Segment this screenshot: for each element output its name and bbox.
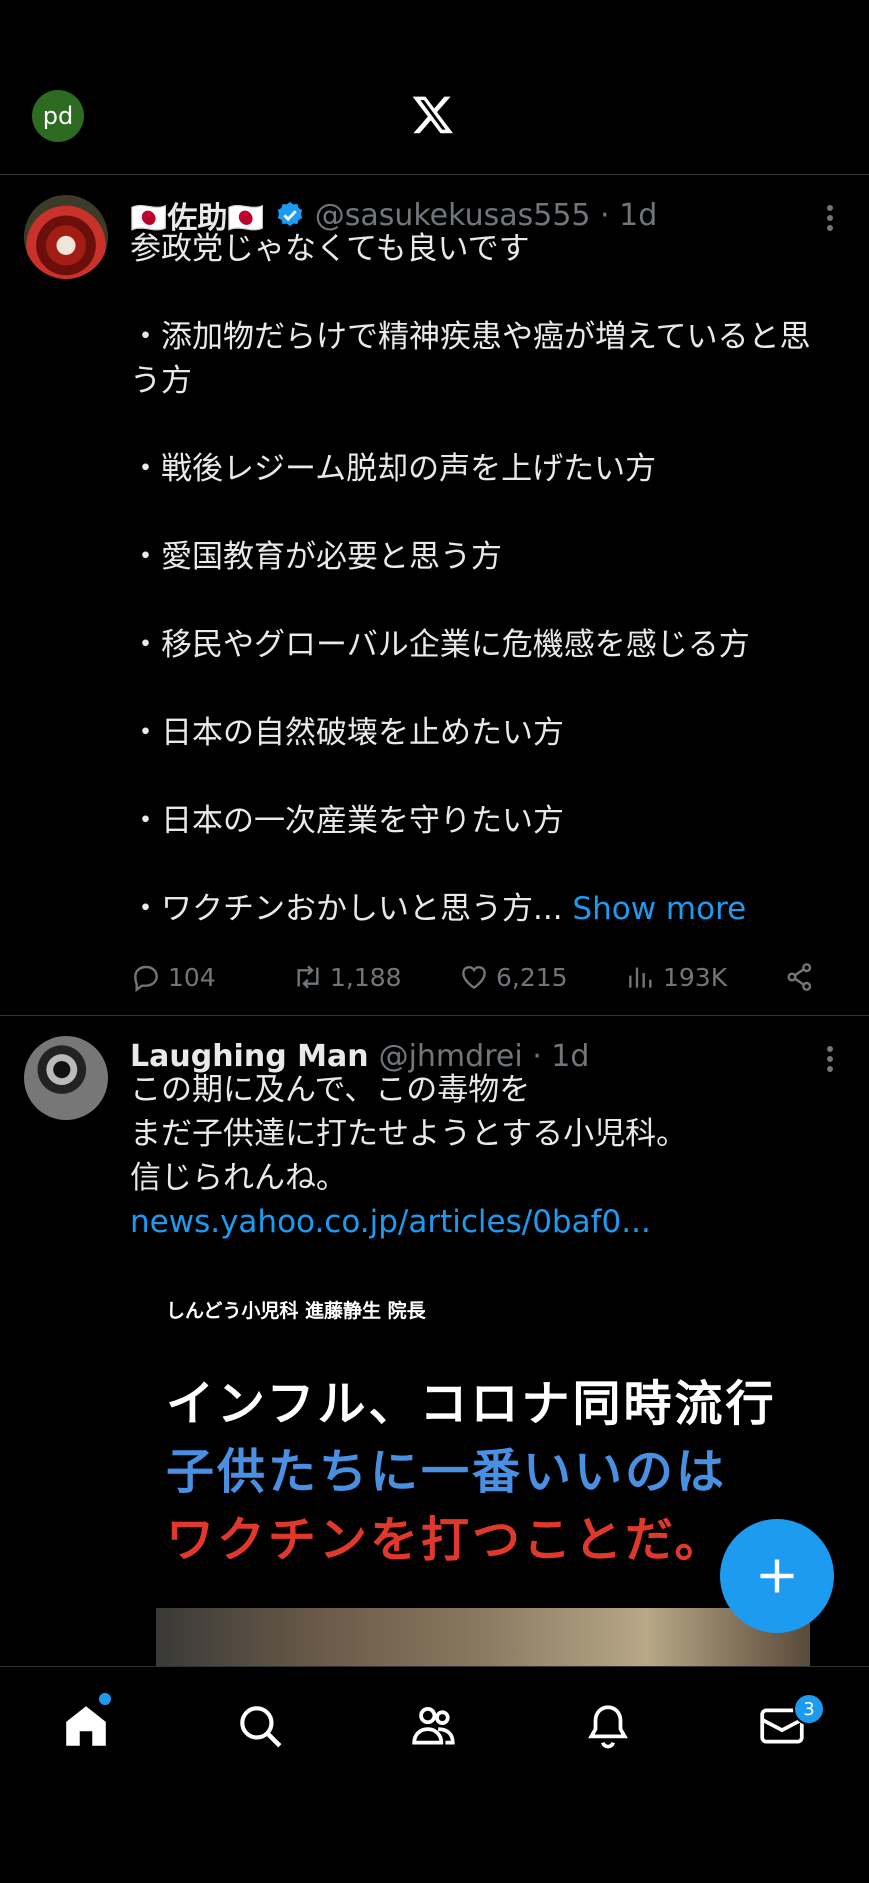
like-count: 6,215 — [496, 962, 568, 992]
repost-count: 1,188 — [330, 962, 402, 992]
reply-button[interactable]: 104 — [130, 961, 216, 993]
like-button[interactable]: 6,215 — [458, 961, 568, 993]
repost-button[interactable]: 1,188 — [292, 961, 402, 993]
top-header: pd — [0, 0, 869, 175]
author-avatar[interactable] — [24, 195, 108, 279]
card-caption: しんどう小児科 進藤静生 院長 — [166, 1300, 426, 1322]
view-count: 193K — [663, 962, 728, 992]
article-link[interactable]: news.yahoo.co.jp/articles/0baf0... — [130, 1200, 830, 1244]
communities-icon[interactable] — [409, 1701, 459, 1751]
bottom-navigation — [0, 1666, 869, 1787]
tweet[interactable]: 🇯🇵佐助🇯🇵 @sasukekusas555 · 1d 参政党じゃなくても良いで… — [0, 175, 869, 1016]
views-button[interactable]: 193K — [625, 961, 727, 993]
show-more-link[interactable]: Show more — [572, 891, 746, 927]
home-unread-dot — [99, 1693, 111, 1705]
tweet-text: この期に及んで、この毒物を まだ子供達に打たせようとする小児科。 信じられんね。… — [130, 1068, 830, 1244]
tweet-actions: 104 1,188 6,215 193K — [130, 955, 830, 999]
plus-icon — [760, 1559, 794, 1593]
messages-badge: 3 — [793, 1693, 825, 1725]
card-headline-2: 子供たちに一番いいのは — [166, 1444, 728, 1500]
reply-icon — [134, 965, 158, 993]
author-avatar[interactable] — [24, 1036, 108, 1120]
reply-count: 104 — [168, 962, 216, 992]
card-headline-1: インフル、コロナ同時流行 — [166, 1376, 777, 1432]
card-headline-3: ワクチンを打つことだ。 — [166, 1512, 726, 1568]
search-icon[interactable] — [235, 1701, 285, 1751]
home-icon[interactable] — [61, 1701, 111, 1751]
compose-button[interactable] — [720, 1519, 834, 1633]
media-card[interactable]: しんどう小児科 進藤静生 院長 インフル、コロナ同時流行 子供たちに一番いいのは… — [130, 1266, 830, 1668]
repost-icon — [297, 965, 319, 989]
notifications-icon[interactable] — [583, 1701, 633, 1751]
card-photo — [156, 1608, 810, 1668]
verified-badge-icon — [277, 201, 302, 227]
share-icon — [787, 963, 812, 991]
profile-avatar-button[interactable]: pd — [32, 90, 84, 142]
heart-icon — [462, 966, 486, 990]
x-logo-icon[interactable] — [410, 92, 456, 136]
share-button[interactable] — [784, 961, 822, 993]
tweet-text: 参政党じゃなくても良いです ・添加物だらけで精神疾患や癌が増えていると思う方 ・… — [130, 231, 811, 927]
analytics-icon — [629, 967, 652, 988]
